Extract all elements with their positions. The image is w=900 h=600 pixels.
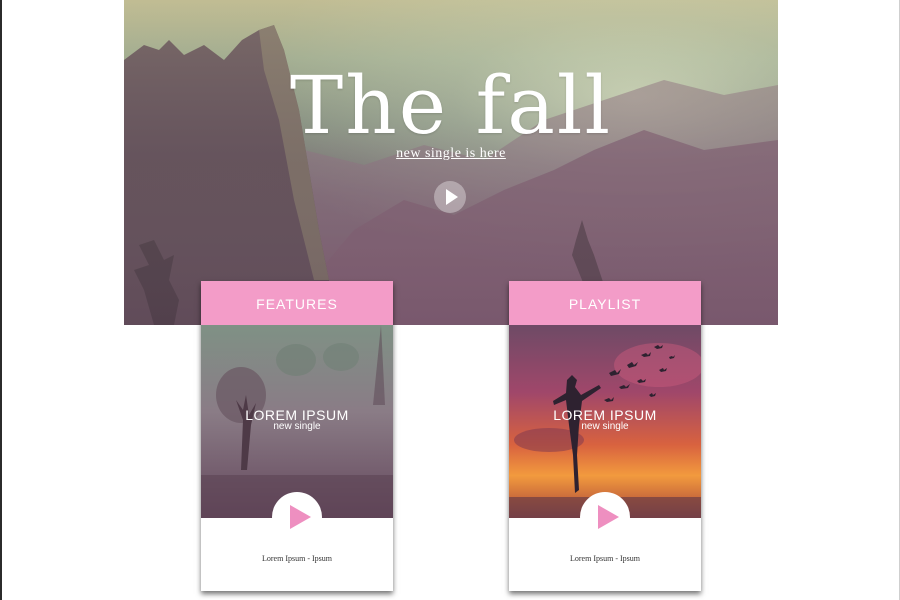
playlist-tab[interactable]: PLAYLIST xyxy=(509,281,701,325)
play-icon[interactable] xyxy=(580,492,630,542)
card-subtitle: new single xyxy=(581,421,629,432)
card-caption: Lorem Ipsum - Ipsum xyxy=(570,554,640,563)
playlist-card-image: LOREM IPSUM new single xyxy=(509,325,701,518)
hero-subtitle-link[interactable]: new single is here xyxy=(124,146,778,162)
card-subtitle: new single xyxy=(273,421,321,432)
mountain-landscape-image xyxy=(124,0,778,325)
playlist-card: PLAYLIST LOREM IPSUM new single Lorem Ip… xyxy=(509,281,701,591)
card-caption: Lorem Ipsum - Ipsum xyxy=(262,554,332,563)
features-card-image: LOREM IPSUM new single xyxy=(201,325,393,518)
page-edge-left xyxy=(0,0,2,600)
hero-play-icon[interactable] xyxy=(434,181,466,213)
features-tab[interactable]: FEATURES xyxy=(201,281,393,325)
play-icon[interactable] xyxy=(272,492,322,542)
hero-banner: The fall new single is here xyxy=(124,0,778,325)
hero-title: The fall xyxy=(289,59,613,152)
features-card: FEATURES LOREM IPSUM new single Lorem Ip… xyxy=(201,281,393,591)
